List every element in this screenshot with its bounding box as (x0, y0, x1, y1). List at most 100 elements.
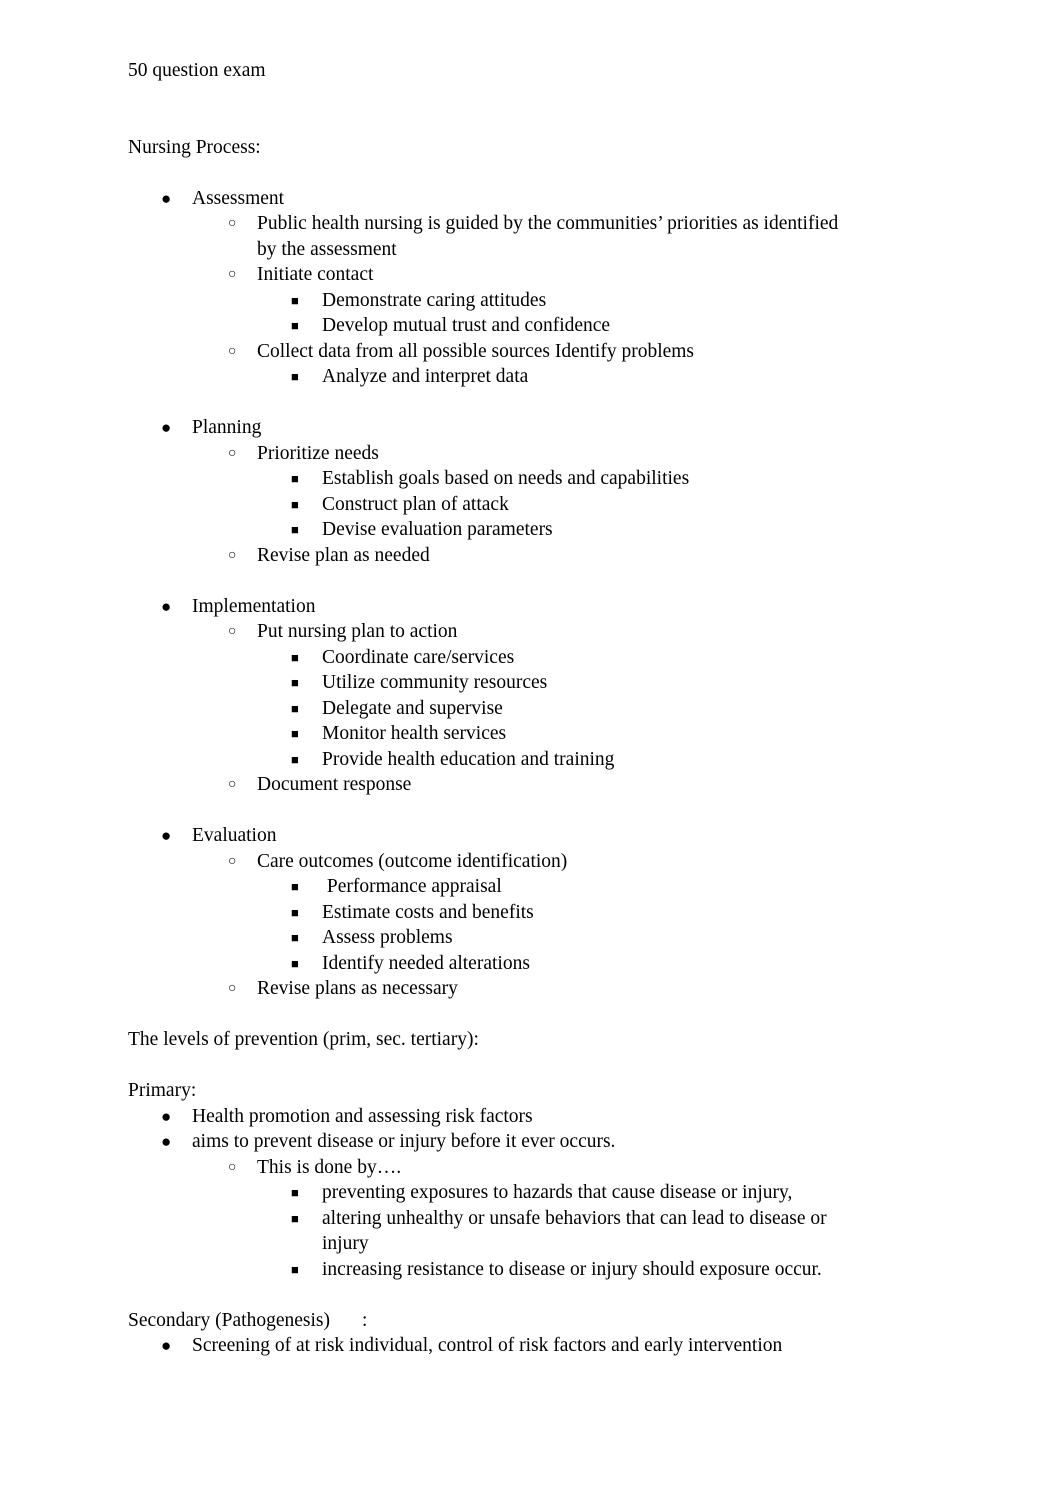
list-item: ■ Utilize community resources (128, 670, 934, 696)
list-item: ○ Put nursing plan to action (128, 619, 934, 645)
list-item: ○ Prioritize needs (128, 441, 934, 467)
list-item-label: This is done by…. (257, 1156, 402, 1178)
list-item: ■ Assess problems (128, 925, 934, 951)
list-item: ○ Initiate contact (128, 262, 934, 288)
disc-bullet-icon: ● (161, 596, 172, 616)
square-bullet-icon: ■ (291, 649, 299, 665)
list-item: ■ Performance appraisal (128, 874, 934, 900)
list-item-label: Construct plan of attack (322, 493, 509, 515)
circle-bullet-icon: ○ (228, 853, 237, 869)
square-bullet-icon: ■ (291, 751, 299, 767)
list-item: ■ preventing exposures to hazards that c… (128, 1180, 934, 1206)
square-bullet-icon: ■ (291, 1210, 299, 1226)
square-bullet-icon: ■ (291, 471, 299, 486)
secondary-list: ● Screening of at risk individual, contr… (128, 1333, 934, 1359)
heading-primary: Primary: (128, 1080, 197, 1101)
list-item: ■ Monitor health services (128, 721, 934, 747)
square-bullet-icon: ■ (291, 369, 299, 384)
list-item-label: Collect data from all possible sources I… (257, 340, 695, 362)
list-item: ■ Demonstrate caring attitudes (128, 288, 934, 314)
disc-bullet-icon: ● (161, 1106, 172, 1126)
disc-bullet-icon: ● (161, 188, 172, 208)
list-item-label: Public health nursing is guided by the c… (257, 213, 844, 260)
list-item-label: Initiate contact (257, 264, 374, 285)
list-item: ■ Identify needed alterations (128, 951, 934, 977)
circle-bullet-icon: ○ (228, 624, 237, 639)
disc-bullet-icon: ● (161, 418, 172, 437)
list-item: ■ Establish goals based on needs and cap… (128, 466, 934, 492)
list-item-label: Delegate and supervise (322, 697, 503, 719)
list-item-label: Develop mutual trust and confidence (322, 315, 611, 336)
disc-bullet-icon: ● (161, 826, 172, 845)
list-item: ■ Provide health education and training (128, 747, 934, 773)
circle-bullet-icon: ○ (228, 267, 237, 282)
square-bullet-icon: ■ (291, 675, 299, 690)
list-item-label: altering unhealthy or unsafe behaviors t… (322, 1207, 832, 1255)
list-item-label: Revise plans as necessary (257, 978, 458, 999)
list-item-label: Document response (257, 774, 412, 795)
list-item-label: Care outcomes (outcome identification) (257, 850, 568, 872)
implementation-list: ● Implementation ○ Put nursing plan to a… (128, 594, 934, 798)
list-item: ○ Care outcomes (outcome identification) (128, 849, 934, 875)
list-item: ● Planning (128, 415, 934, 441)
heading-secondary: Secondary (Pathogenesis) : (128, 1309, 368, 1331)
list-item: ● Evaluation (128, 823, 934, 849)
square-bullet-icon: ■ (291, 726, 299, 741)
planning-list: ● Planning ○ Prioritize needs ■ Establis… (128, 415, 934, 568)
list-item: ● Screening of at risk individual, contr… (128, 1333, 934, 1359)
list-item-label: Planning (192, 417, 262, 438)
list-item: ○ Revise plans as necessary (128, 976, 934, 1002)
list-item: ■ Estimate costs and benefits (128, 900, 934, 926)
square-bullet-icon: ■ (291, 904, 299, 920)
list-item: ● Health promotion and assessing risk fa… (128, 1104, 934, 1130)
list-item: ○ Document response (128, 772, 934, 798)
heading-nursing-process: Nursing Process: (128, 136, 261, 158)
list-item: ● Implementation (128, 594, 934, 620)
list-item-label: Screening of at risk individual, control… (192, 1335, 783, 1356)
list-item-label: Assessment (192, 187, 285, 209)
list-item: ■ Construct plan of attack (128, 492, 934, 518)
square-bullet-icon: ■ (291, 879, 299, 894)
circle-bullet-icon: ○ (228, 981, 237, 996)
list-item: ● aims to prevent disease or injury befo… (128, 1129, 934, 1155)
square-bullet-icon: ■ (291, 496, 299, 512)
circle-bullet-icon: ○ (228, 445, 237, 461)
primary-list: ● Health promotion and assessing risk fa… (128, 1104, 934, 1283)
list-item-label: increasing resistance to disease or inju… (322, 1258, 822, 1280)
list-item: ■ Delegate and supervise (128, 696, 934, 722)
list-item: ■ altering unhealthy or unsafe behaviors… (128, 1206, 934, 1257)
list-item-label: Performance appraisal (322, 876, 502, 897)
list-item: ■ Analyze and interpret data (128, 364, 934, 390)
square-bullet-icon: ■ (291, 955, 299, 971)
evaluation-list: ● Evaluation ○ Care outcomes (outcome id… (128, 823, 934, 1002)
list-item-label: Estimate costs and benefits (322, 901, 534, 923)
heading-levels-of-prevention: The levels of prevention (prim, sec. ter… (128, 1029, 479, 1050)
list-item: ○ Revise plan as needed (128, 543, 934, 569)
list-item: ● Assessment (128, 186, 934, 212)
list-item-label: Evaluation (192, 825, 277, 846)
list-item: ■ Coordinate care/services (128, 645, 934, 671)
list-item-label: Identify needed alterations (322, 952, 530, 974)
square-bullet-icon: ■ (291, 292, 299, 308)
nursing-process-list: ● Assessment ○ Public health nursing is … (128, 186, 934, 390)
circle-bullet-icon: ○ (228, 1159, 237, 1175)
square-bullet-icon: ■ (291, 1185, 299, 1200)
square-bullet-icon: ■ (291, 1261, 299, 1277)
list-item-label: Revise plan as needed (257, 544, 430, 566)
list-item-label: Assess problems (322, 927, 453, 948)
document-page: 50 question exam Nursing Process: ● Asse… (0, 0, 1062, 1503)
disc-bullet-icon: ● (161, 1132, 172, 1151)
list-item: ○ Public health nursing is guided by the… (128, 211, 934, 262)
list-item-label: Prioritize needs (257, 442, 379, 464)
list-item-label: Analyze and interpret data (322, 366, 529, 387)
list-item-label: Utilize community resources (322, 672, 548, 693)
